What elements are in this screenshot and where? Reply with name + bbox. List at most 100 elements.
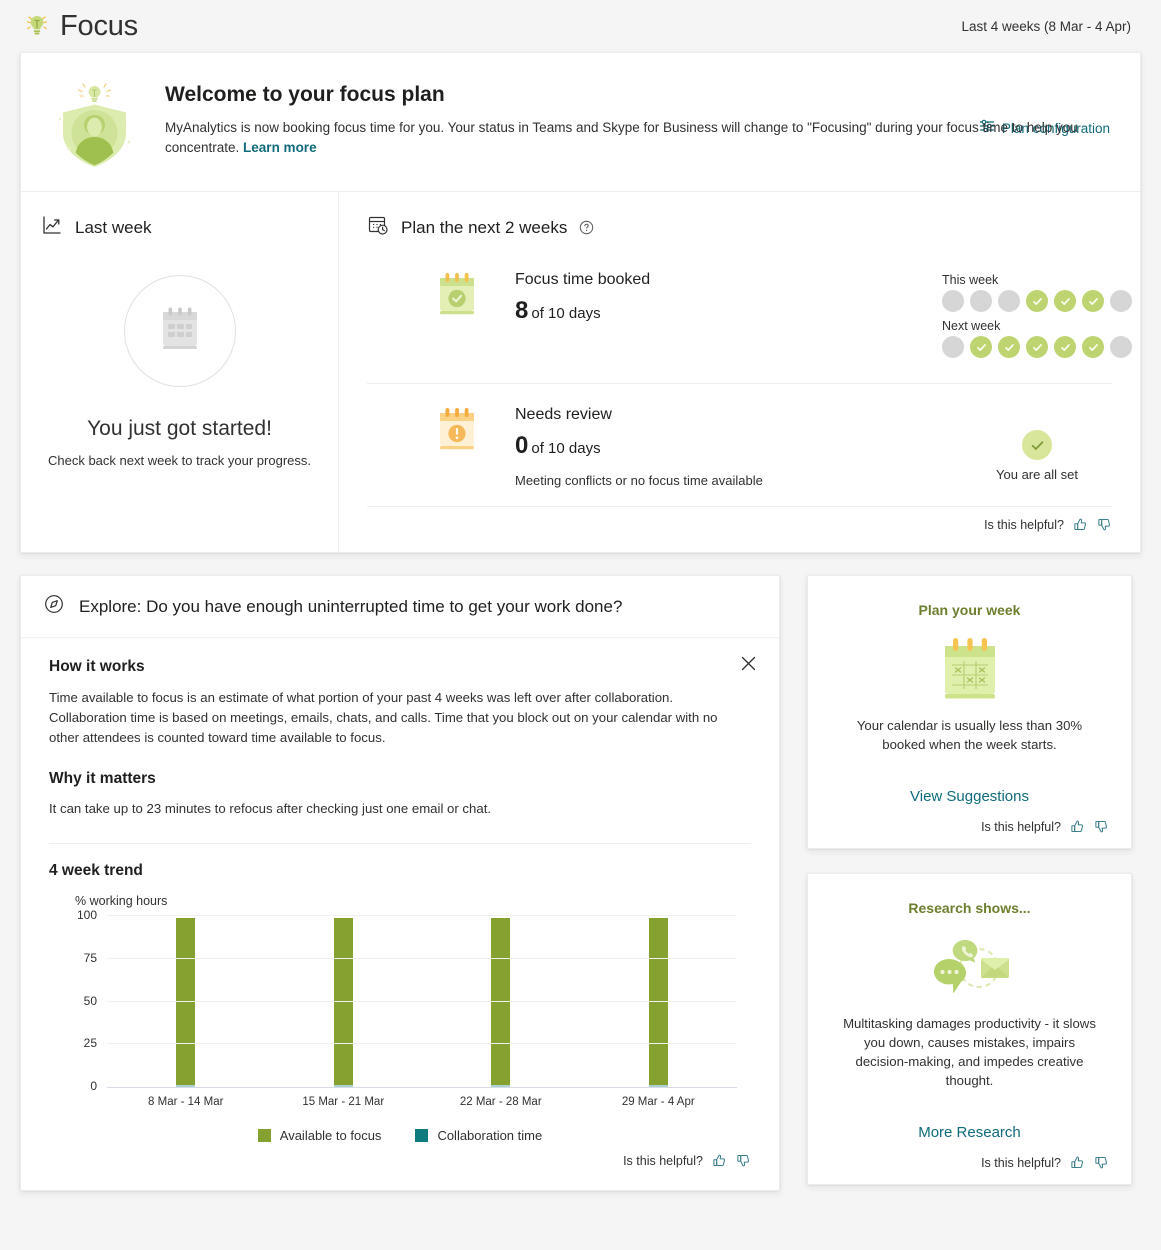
day-dot <box>1110 336 1132 358</box>
calendar-clock-icon <box>367 214 389 241</box>
plan-heading: Plan the next 2 weeks <box>367 214 1112 241</box>
explore-heading-label: Explore: Do you have enough uninterrupte… <box>79 596 623 616</box>
explore-card: Explore: Do you have enough uninterrupte… <box>20 575 780 1191</box>
chart-y-axis-label: % working hours <box>75 894 168 908</box>
day-dot-booked <box>1026 336 1048 358</box>
feedback-label: Is this helpful? <box>981 1155 1061 1170</box>
plan-row-value-suffix: of 10 days <box>531 305 601 322</box>
last-week-heading-label: Last week <box>75 217 152 237</box>
thumbs-up-icon[interactable] <box>1073 517 1088 532</box>
plan-row-value-suffix: of 10 days <box>531 440 601 457</box>
focus-plan-card: Welcome to your focus plan MyAnalytics i… <box>20 52 1141 553</box>
plan-row-label: Focus time booked <box>515 271 651 288</box>
day-dot <box>970 290 992 312</box>
chart-legend: Available to focus Collaboration time <box>49 1128 751 1143</box>
rail-card-title: Plan your week <box>918 602 1021 618</box>
explore-body: How it works Time available to focus is … <box>21 638 779 1190</box>
page-header: Focus Last 4 weeks (8 Mar - 4 Apr) <box>0 0 1161 52</box>
next-week-label: Next week <box>942 319 1001 333</box>
calendar-check-icon <box>435 271 479 319</box>
next-week-dots <box>942 336 1132 358</box>
more-research-link[interactable]: More Research <box>830 1124 1109 1141</box>
plan-row-note: Meeting conflicts or no focus time avail… <box>515 473 763 488</box>
compass-icon <box>43 593 65 620</box>
all-set-label: You are all set <box>996 467 1078 482</box>
plan-row-value-number: 8 <box>515 297 529 324</box>
thumbs-up-icon[interactable] <box>1070 1155 1085 1170</box>
four-week-trend-chart: 8 Mar - 14 Mar 15 Mar - 21 Mar 22 Mar - 28… <box>61 908 738 1116</box>
chart-x-tick: 8 Mar - 14 Mar <box>148 1096 224 1108</box>
feedback-label: Is this helpful? <box>623 1153 703 1168</box>
day-dot-booked <box>1054 290 1076 312</box>
why-it-matters-text: It can take up to 23 minutes to refocus … <box>49 801 492 816</box>
learn-more-link[interactable]: Learn more <box>243 140 317 155</box>
plan-row-value-number: 0 <box>515 432 529 459</box>
plan-split-area: Last week You just got started! Check ba… <box>21 192 1140 552</box>
this-week-label: This week <box>942 273 999 287</box>
explore-heading: Explore: Do you have enough uninterrupte… <box>21 576 779 638</box>
how-it-works-text: Time available to focus is an estimate o… <box>49 690 718 745</box>
chart-bar-stack <box>491 916 511 1087</box>
feedback-row-explore: Is this helpful? <box>49 1143 751 1176</box>
chart-x-tick: 29 Mar - 4 Apr <box>621 1096 695 1108</box>
rail-card-title: Research shows... <box>908 900 1031 916</box>
day-dot-booked <box>1082 336 1104 358</box>
chart-bar-group[interactable]: 8 Mar - 14 Mar <box>107 916 265 1108</box>
last-week-heading: Last week <box>41 214 318 241</box>
help-circle-icon[interactable] <box>579 220 594 235</box>
chart-bar-group[interactable]: 29 Mar - 4 Apr <box>580 916 738 1108</box>
chart-gridline: 100 <box>77 908 737 922</box>
chart-legend-label: Collaboration time <box>437 1128 543 1143</box>
thumbs-up-icon[interactable] <box>712 1153 727 1168</box>
plan-heading-label: Plan the next 2 weeks <box>401 217 568 237</box>
chart-legend-swatch <box>415 1129 429 1142</box>
feedback-row-research-shows: Is this helpful? <box>830 1141 1109 1176</box>
plan-row-value: 8 of 10 days <box>515 297 942 325</box>
chart-plot-area: 8 Mar - 14 Mar 15 Mar - 21 Mar 22 Mar - 28… <box>77 908 738 1108</box>
last-week-empty-state <box>123 275 236 387</box>
last-week-empty-subtitle: Check back next week to track your progr… <box>47 453 311 468</box>
trend-chart-icon <box>41 214 63 241</box>
chart-bar-stack <box>333 916 353 1087</box>
last-week-section: Last week You just got started! Check ba… <box>21 192 339 552</box>
thumbs-down-icon[interactable] <box>1094 819 1109 834</box>
day-dot-booked <box>998 336 1020 358</box>
thumbs-down-icon[interactable] <box>1097 517 1112 532</box>
right-rail: Plan your week Your calendar is usually … <box>807 575 1132 1185</box>
how-it-works-title: How it works <box>49 658 145 675</box>
thumbs-down-icon[interactable] <box>1094 1155 1109 1170</box>
chart-legend-label: Available to focus <box>279 1128 382 1143</box>
plan-your-week-card: Plan your week Your calendar is usually … <box>807 575 1132 849</box>
chart-bar-group[interactable]: 15 Mar - 21 Mar <box>265 916 423 1108</box>
date-range-label: Last 4 weeks (8 Mar - 4 Apr) <box>961 18 1131 34</box>
day-dot <box>1110 290 1132 312</box>
plan-row-needs-review: Needs review 0 of 10 days Meeting conflic… <box>367 383 1112 507</box>
communication-bubbles-illustration <box>830 922 1109 1014</box>
chart-legend-item[interactable]: Available to focus <box>257 1128 382 1143</box>
research-shows-card: Research shows... Multitasking damages p… <box>807 873 1132 1185</box>
page-title: Focus <box>60 9 138 42</box>
chart-y-tick: 75 <box>83 950 97 965</box>
feedback-row-plan: Is this helpful? <box>367 507 1112 540</box>
day-dot <box>998 290 1020 312</box>
chart-legend-swatch <box>257 1129 271 1142</box>
welcome-section: Welcome to your focus plan MyAnalytics i… <box>21 53 1140 192</box>
chart-y-tick: 25 <box>83 1036 97 1051</box>
plan-row-label: Needs review <box>515 406 612 423</box>
view-suggestions-link[interactable]: View Suggestions <box>830 788 1109 805</box>
chart-bar-segment-available-to-focus <box>176 917 196 1086</box>
chart-gridline: 75 <box>84 951 737 965</box>
day-dot-booked <box>970 336 992 358</box>
divider <box>49 843 751 844</box>
chart-legend-item[interactable]: Collaboration time <box>415 1128 542 1143</box>
plan-row-focus-time-booked: Focus time booked 8of 10 days This week <box>367 249 1132 383</box>
plan-next-2-weeks-section: Plan the next 2 weeks Focus time booked … <box>339 192 1140 552</box>
close-icon[interactable] <box>735 650 761 676</box>
rail-card-text: Multitasking damages productivity - it s… <box>843 1016 1096 1088</box>
thumbs-up-icon[interactable] <box>1070 819 1085 834</box>
chart-bar-group[interactable]: 22 Mar - 28 Mar <box>422 916 580 1108</box>
welcome-title: Welcome to your focus plan <box>165 83 445 106</box>
lower-area: Explore: Do you have enough uninterrupte… <box>20 575 1141 1191</box>
thumbs-down-icon[interactable] <box>736 1153 751 1168</box>
calendar-icon <box>157 305 203 358</box>
